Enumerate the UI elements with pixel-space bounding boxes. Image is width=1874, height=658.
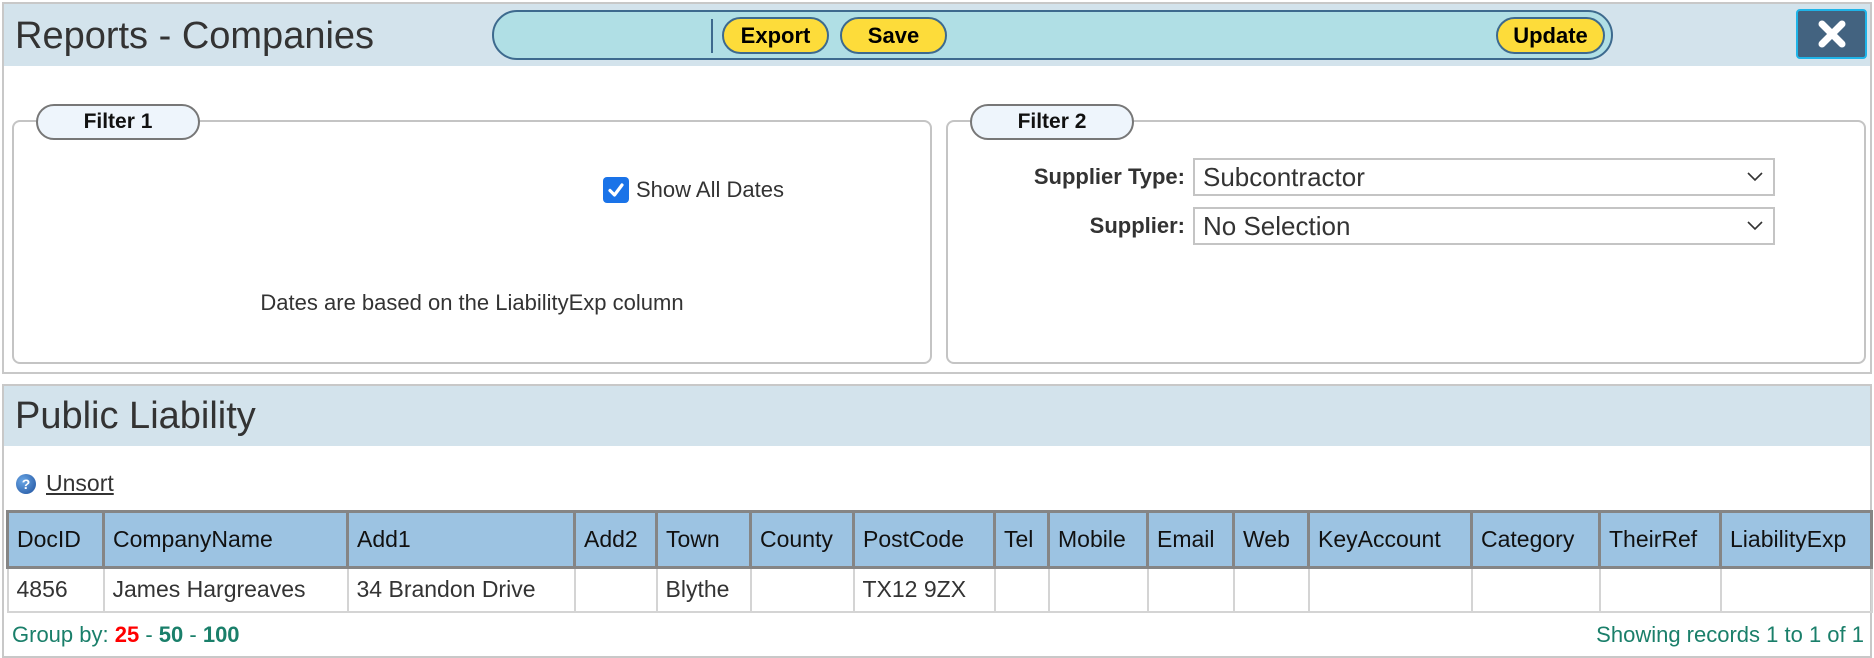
close-button[interactable] <box>1796 9 1867 59</box>
column-header-add1[interactable]: Add1 <box>346 510 576 569</box>
close-x-icon <box>1818 20 1845 48</box>
group-by-25[interactable]: 25 <box>115 622 139 647</box>
cell-web <box>1232 566 1310 613</box>
group-by-control: Group by: 25 - 50 - 100 <box>12 622 240 648</box>
column-header-add2[interactable]: Add2 <box>573 510 658 569</box>
group-by-label: Group by: <box>12 622 109 647</box>
report-results-panel: Public Liability ? Unsort DocID CompanyNa… <box>2 384 1873 658</box>
toolbar-divider <box>711 19 713 53</box>
column-header-town[interactable]: Town <box>655 510 752 569</box>
cell-theirref <box>1598 566 1722 613</box>
filter-1-legend: Filter 1 <box>36 104 200 140</box>
table-body: 4856 James Hargreaves 34 Brandon Drive Blyt… <box>6 566 1873 613</box>
unsort-link[interactable]: Unsort <box>46 470 114 497</box>
filter-2-group: Filter 2 Supplier Type: Subcontractor Su… <box>946 104 1866 364</box>
group-by-options: 25 - 50 - 100 <box>115 622 240 647</box>
group-by-50[interactable]: 50 <box>159 622 183 647</box>
save-button[interactable]: Save <box>840 17 947 54</box>
cell-mobile <box>1047 566 1149 613</box>
column-header-tel[interactable]: Tel <box>993 510 1050 569</box>
supplier-value: No Selection <box>1203 210 1351 241</box>
column-header-postcode[interactable]: PostCode <box>852 510 996 569</box>
chevron-down-icon <box>1747 172 1763 182</box>
supplier-row: Supplier: No Selection <box>948 207 1775 245</box>
checkmark-icon <box>608 183 624 197</box>
cell-add2 <box>573 566 658 613</box>
group-separator: - <box>183 622 203 647</box>
chevron-down-icon <box>1747 221 1763 231</box>
cell-companyname: James Hargreaves <box>102 566 349 613</box>
update-button[interactable]: Update <box>1496 17 1605 54</box>
supplier-select[interactable]: No Selection <box>1193 207 1775 245</box>
cell-email <box>1146 566 1235 613</box>
cell-county <box>749 566 855 613</box>
cell-keyaccount <box>1307 566 1473 613</box>
supplier-type-select[interactable]: Subcontractor <box>1193 158 1775 196</box>
export-button[interactable]: Export <box>722 17 829 54</box>
cell-add1: 34 Brandon Drive <box>346 566 576 613</box>
cell-category <box>1470 566 1601 613</box>
filter-1-group: Filter 1 Show All Dates Dates are based … <box>12 104 932 364</box>
header-bar: Reports - Companies Export Save Update <box>4 4 1870 66</box>
table-row[interactable]: 4856 James Hargreaves 34 Brandon Drive Blyt… <box>6 566 1873 613</box>
show-all-dates-checkbox[interactable] <box>603 177 629 203</box>
supplier-type-row: Supplier Type: Subcontractor <box>948 158 1775 196</box>
page-title: Reports - Companies <box>15 15 375 57</box>
column-header-county[interactable]: County <box>749 510 855 569</box>
cell-town: Blythe <box>655 566 752 613</box>
cell-docid: 4856 <box>6 566 105 613</box>
group-separator: - <box>139 622 159 647</box>
column-header-companyname[interactable]: CompanyName <box>102 510 349 569</box>
column-header-web[interactable]: Web <box>1232 510 1310 569</box>
column-header-category[interactable]: Category <box>1470 510 1601 569</box>
cell-liabilityexp <box>1719 566 1873 613</box>
question-circle-icon[interactable]: ? <box>16 473 36 494</box>
supplier-type-label: Supplier Type: <box>1033 164 1185 189</box>
records-count: Showing records 1 to 1 of 1 <box>1596 622 1864 647</box>
column-header-liabilityexp[interactable]: LiabilityExp <box>1719 510 1873 569</box>
supplier-label: Supplier: <box>1089 213 1185 238</box>
show-all-dates-label: Show All Dates <box>636 177 784 202</box>
column-header-email[interactable]: Email <box>1146 510 1235 569</box>
section-header: Public Liability <box>4 386 1870 446</box>
group-by-100[interactable]: 100 <box>203 622 240 647</box>
section-title: Public Liability <box>15 395 256 437</box>
cell-postcode: TX12 9ZX <box>852 566 996 613</box>
filter-2-legend: Filter 2 <box>970 104 1134 140</box>
dates-note: Dates are based on the LiabilityExp colu… <box>260 290 684 315</box>
column-header-keyaccount[interactable]: KeyAccount <box>1307 510 1473 569</box>
results-table: DocID CompanyName Add1 Add2 Town County PostCo… <box>6 510 1873 613</box>
supplier-type-value: Subcontractor <box>1203 161 1365 192</box>
column-header-docid[interactable]: DocID <box>6 510 105 569</box>
toolbar: Export Save Update <box>492 10 1613 60</box>
table-header-row: DocID CompanyName Add1 Add2 Town County PostCo… <box>6 510 1873 569</box>
unsort-row: ? Unsort <box>16 470 114 497</box>
column-header-theirref[interactable]: TheirRef <box>1598 510 1722 569</box>
column-header-mobile[interactable]: Mobile <box>1047 510 1149 569</box>
report-settings-panel: Reports - Companies Export Save Update F… <box>2 2 1872 374</box>
cell-tel <box>993 566 1050 613</box>
show-all-dates-option[interactable]: Show All Dates <box>603 177 784 203</box>
